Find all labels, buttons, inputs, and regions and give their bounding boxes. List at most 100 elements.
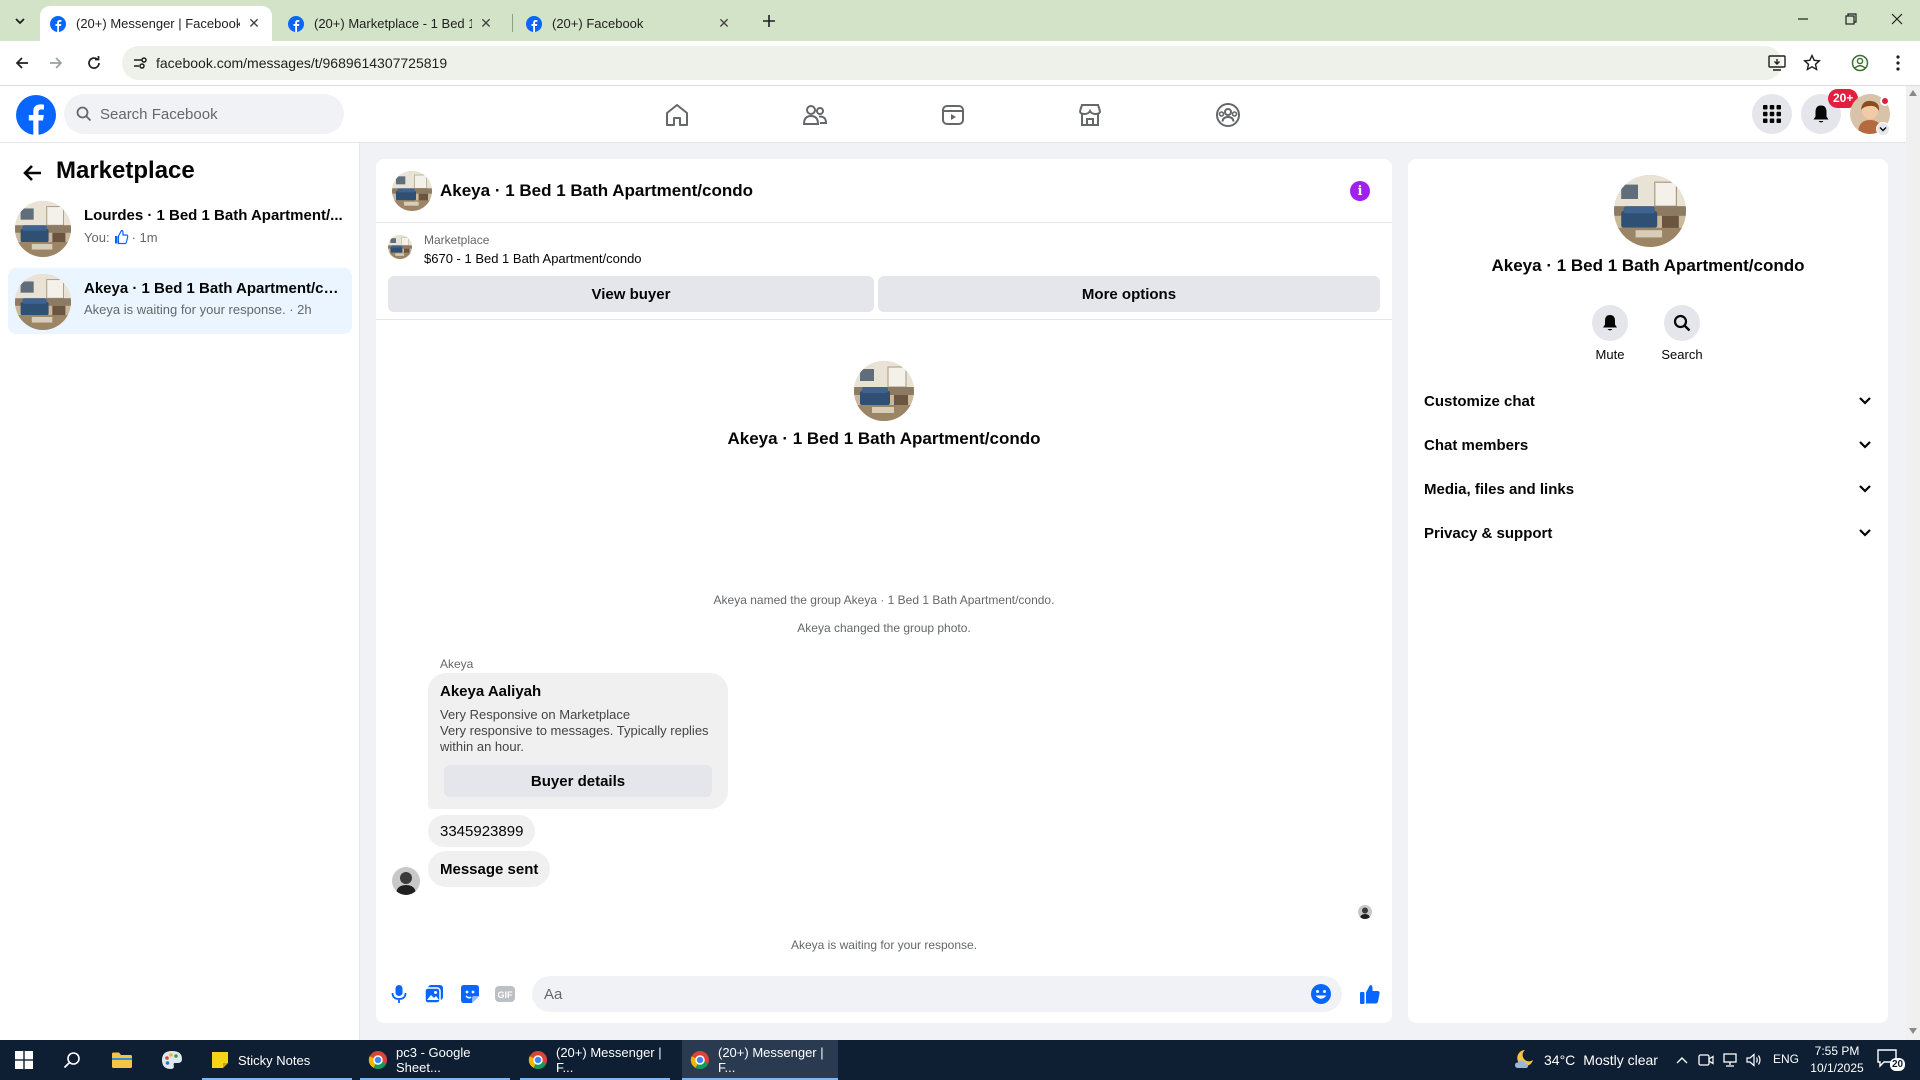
- browser-tab-bar: (20+) Messenger | Facebook ✕ (20+) Marke…: [0, 0, 1920, 41]
- scroll-down-arrow[interactable]: [1906, 1024, 1920, 1038]
- start-button[interactable]: [0, 1040, 48, 1080]
- scroll-up-arrow[interactable]: [1906, 86, 1920, 100]
- nav-marketplace[interactable]: [1073, 98, 1107, 132]
- site-info-icon[interactable]: [132, 55, 148, 71]
- taskbar-app-messenger-1[interactable]: (20+) Messenger | F...: [520, 1040, 670, 1080]
- listing-thumbnail[interactable]: [388, 235, 412, 259]
- chevron-down-icon: [1859, 441, 1871, 449]
- browser-tab-facebook[interactable]: (20+) Facebook ✕: [516, 6, 742, 41]
- input-language[interactable]: ENG: [1773, 1052, 1799, 1066]
- new-tab-button[interactable]: [757, 9, 781, 33]
- listing-price-title[interactable]: $670 - 1 Bed 1 Bath Apartment/condo: [424, 251, 642, 266]
- close-tab-icon[interactable]: ✕: [478, 15, 494, 32]
- sticker-button[interactable]: [459, 983, 481, 1005]
- chevron-down-icon: [1859, 485, 1871, 493]
- voice-clip-button[interactable]: [388, 983, 410, 1005]
- page-scrollbar[interactable]: [1906, 86, 1920, 1040]
- network-icon: [1723, 1053, 1737, 1067]
- close-window-button[interactable]: [1874, 0, 1920, 38]
- show-hidden-icons-button[interactable]: [1674, 1052, 1690, 1068]
- browser-tab-marketplace[interactable]: (20+) Marketplace - 1 Bed 1 Ba ✕: [278, 6, 504, 41]
- profile-icon: [1851, 54, 1869, 72]
- back-to-chats-button[interactable]: [18, 159, 46, 187]
- weather-widget[interactable]: 34°C Mostly clear: [1512, 1040, 1658, 1080]
- accordion-chat-members[interactable]: Chat members: [1416, 423, 1880, 467]
- install-app-icon[interactable]: [1768, 55, 1786, 71]
- mute-circle[interactable]: [1592, 305, 1628, 341]
- sender-avatar[interactable]: [392, 867, 420, 895]
- taskbar-app-messenger-2[interactable]: (20+) Messenger | F...: [682, 1040, 838, 1080]
- paint-app-button[interactable]: [148, 1040, 196, 1080]
- bookmark-star-button[interactable]: [1800, 51, 1824, 75]
- details-chat-name: Akeya · 1 Bed 1 Bath Apartment/condo: [1491, 256, 1805, 275]
- conversation-title[interactable]: Akeya · 1 Bed 1 Bath Apartment/condo: [440, 181, 753, 201]
- taskbar-app-google-sheets[interactable]: pc3 - Google Sheet...: [360, 1040, 510, 1080]
- message-composer: GIF: [376, 969, 1392, 1019]
- message-bubble[interactable]: Message sent: [428, 851, 551, 887]
- gif-button[interactable]: GIF: [494, 983, 516, 1005]
- send-like-button[interactable]: [1358, 982, 1382, 1006]
- preview-prefix: You:: [84, 229, 110, 245]
- network-tray-button[interactable]: [1722, 1052, 1738, 1068]
- nav-friends[interactable]: [798, 98, 832, 132]
- bell-icon: [1603, 315, 1617, 331]
- facebook-logo-icon[interactable]: [16, 95, 56, 135]
- restore-window-button[interactable]: [1828, 0, 1874, 38]
- image-icon: [424, 985, 443, 1004]
- chat-item-akeya[interactable]: Akeya · 1 Bed 1 Bath Apartment/co... Ake…: [8, 268, 352, 334]
- profile-button[interactable]: [1848, 51, 1872, 75]
- weather-description: Mostly clear: [1583, 1052, 1658, 1068]
- browser-tab-messenger[interactable]: (20+) Messenger | Facebook ✕: [40, 6, 272, 41]
- nav-groups[interactable]: [1211, 98, 1245, 132]
- taskbar-search-button[interactable]: [48, 1040, 96, 1080]
- accordion-privacy-support[interactable]: Privacy & support: [1416, 511, 1880, 555]
- minimize-window-button[interactable]: [1780, 0, 1826, 38]
- conversation-avatar[interactable]: [392, 171, 432, 211]
- file-explorer-button[interactable]: [98, 1040, 146, 1080]
- nav-home[interactable]: [660, 98, 694, 132]
- search-circle[interactable]: [1664, 305, 1700, 341]
- chevron-down-icon: [1879, 127, 1887, 132]
- system-message: Akeya changed the group photo.: [797, 621, 971, 635]
- browser-menu-button[interactable]: [1886, 51, 1910, 75]
- reload-button[interactable]: [82, 51, 106, 75]
- meet-now-tray-button[interactable]: [1698, 1052, 1714, 1068]
- facebook-search-box[interactable]: Search Facebook: [64, 94, 344, 134]
- back-button[interactable]: [10, 51, 34, 75]
- group-name: Akeya · 1 Bed 1 Bath Apartment/condo: [727, 429, 1041, 448]
- view-buyer-button[interactable]: View buyer: [388, 276, 874, 312]
- clock-date: 10/1/2025: [1810, 1061, 1864, 1075]
- tab-search-button[interactable]: [8, 9, 32, 33]
- volume-tray-button[interactable]: [1746, 1052, 1762, 1068]
- attach-photo-button[interactable]: [423, 983, 445, 1005]
- accordion-media-files-links[interactable]: Media, files and links: [1416, 467, 1880, 511]
- buyer-details-button[interactable]: Buyer details: [444, 765, 712, 797]
- message-input[interactable]: [532, 976, 1342, 1012]
- close-tab-icon[interactable]: ✕: [246, 15, 262, 32]
- mute-button[interactable]: Mute: [1580, 305, 1640, 362]
- accordion-label: Chat members: [1424, 436, 1529, 454]
- accordion-customize-chat[interactable]: Customize chat: [1416, 379, 1880, 423]
- clock[interactable]: 7:55 PM 10/1/2025: [1806, 1043, 1868, 1077]
- message-bubble[interactable]: 3345923899: [428, 815, 536, 847]
- emoji-button[interactable]: [1310, 983, 1332, 1005]
- forward-button[interactable]: [44, 51, 68, 75]
- chrome-icon: [690, 1051, 709, 1070]
- thumbs-up-icon: [114, 229, 128, 245]
- taskbar-app-sticky-notes[interactable]: Sticky Notes: [202, 1040, 352, 1080]
- more-options-button[interactable]: More options: [878, 276, 1380, 312]
- account-menu-chevron[interactable]: [1876, 122, 1890, 136]
- nav-video[interactable]: [936, 98, 970, 132]
- address-bar[interactable]: facebook.com/messages/t/9689614307725819: [122, 46, 1786, 80]
- buyer-response-description: Very responsive to messages. Typically r…: [440, 723, 709, 754]
- search-in-chat-button[interactable]: Search: [1652, 305, 1712, 362]
- action-center-button[interactable]: 20: [1876, 1048, 1906, 1072]
- system-message: Akeya named the group Akeya · 1 Bed 1 Ba…: [713, 593, 1055, 607]
- camera-icon: [1698, 1054, 1714, 1066]
- menu-button[interactable]: [1752, 94, 1792, 134]
- conversation-info-button[interactable]: i: [1350, 181, 1370, 201]
- palette-icon: [162, 1051, 182, 1069]
- chat-item-lourdes[interactable]: Lourdes · 1 Bed 1 Bath Apartment/... You…: [8, 195, 352, 261]
- close-tab-icon[interactable]: ✕: [716, 15, 732, 32]
- home-icon: [666, 104, 688, 126]
